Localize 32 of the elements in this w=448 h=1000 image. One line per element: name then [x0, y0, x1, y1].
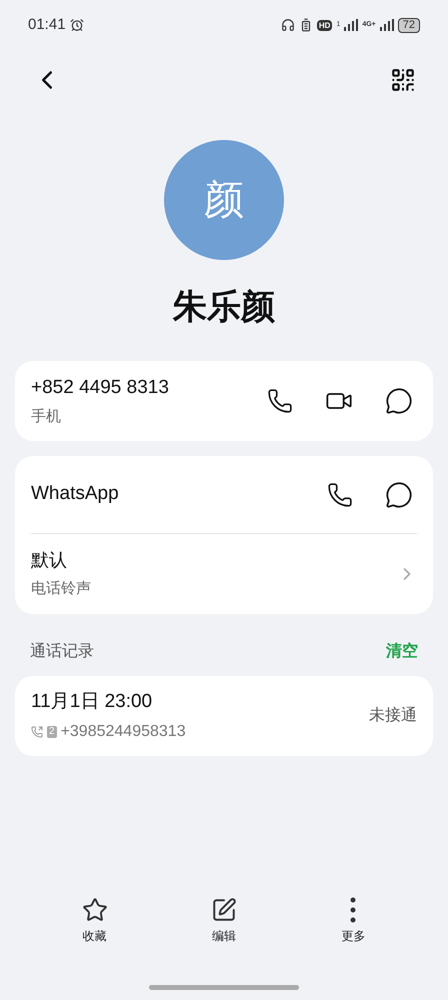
star-icon — [82, 897, 108, 923]
call-time: 11月1日 23:00 — [31, 690, 154, 714]
toolbar-button[interactable]: 更多 — [313, 897, 394, 945]
call-log-item[interactable]: 11月1日 23:00 2 +3985244958313 未接通 — [15, 676, 433, 756]
sim-badge: 2 — [47, 726, 57, 738]
signal-icon — [380, 19, 394, 31]
hd-badge: HD — [316, 20, 332, 30]
avatar: 颜 — [164, 140, 284, 260]
ringtone-value: 默认 — [31, 549, 68, 572]
message-icon[interactable] — [385, 480, 413, 508]
phone-icon[interactable] — [327, 482, 353, 508]
phone-icon[interactable] — [267, 388, 293, 414]
ringtone-label: 电话铃声 — [31, 579, 92, 600]
section-title: 通话记录 — [30, 642, 94, 662]
alarm-icon — [70, 18, 84, 32]
call-number: +3985244958313 — [60, 722, 186, 742]
edit-icon — [210, 897, 237, 923]
more-icon — [350, 897, 356, 923]
signal-icon — [344, 19, 358, 31]
toolbar-button[interactable]: 收藏 — [54, 897, 135, 945]
headphones-icon — [280, 18, 295, 32]
qr-code-icon[interactable] — [390, 67, 416, 93]
phone-icon — [31, 726, 43, 738]
contact-name: 朱乐颜 — [173, 287, 275, 328]
whatsapp-label: WhatsApp — [31, 482, 120, 506]
toolbar-button[interactable]: 编辑 — [184, 897, 264, 945]
battery-level: 72 — [398, 18, 420, 32]
phone-number: +852 4495 8313 — [31, 376, 170, 400]
message-icon[interactable] — [385, 387, 413, 415]
phone-label: 手机 — [31, 407, 62, 427]
call-status: 未接通 — [369, 706, 417, 726]
status-time: 01:41 — [28, 14, 66, 35]
